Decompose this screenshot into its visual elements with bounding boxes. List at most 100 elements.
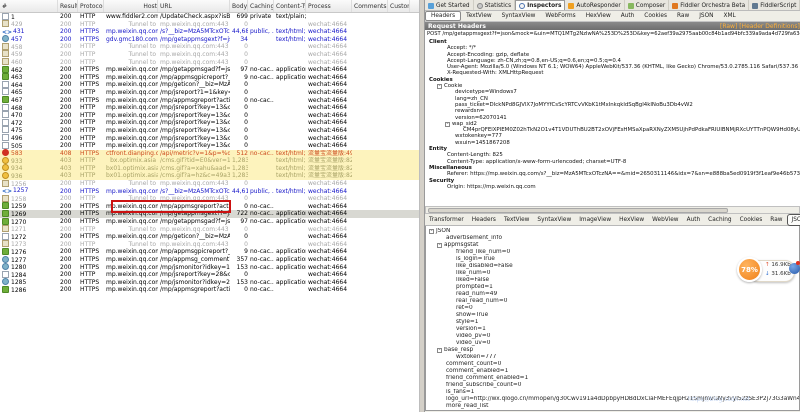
tab-headers[interactable]: Headers xyxy=(468,215,500,225)
result-cell: 200 xyxy=(60,240,72,248)
column-header-result[interactable]: Result xyxy=(58,0,78,12)
session-row[interactable]: 1273 200 HTTP Tunnel to mp.weixin.qq.com:443… xyxy=(0,240,419,249)
result-cell: 200 xyxy=(60,248,72,256)
tab-json[interactable]: JSON xyxy=(694,11,718,21)
protocol-cell: HTTP xyxy=(80,225,96,233)
tab-syntaxview[interactable]: SyntaxView xyxy=(533,215,575,225)
tab-headers[interactable]: Headers xyxy=(425,11,462,21)
session-row[interactable]: 459 200 HTTP Tunnel to mp.weixin.qq.com:443 0… xyxy=(0,50,419,59)
session-row[interactable]: 467 200 HTTPS mp.weixin.qq.com/mp/appmsgrep… xyxy=(0,96,419,105)
session-row[interactable]: <>1257 200 HTTPS mp.weixin.qq.com/s?__biz=M… xyxy=(0,187,419,195)
scrollbar-thumb[interactable] xyxy=(428,208,728,213)
tab-cookies[interactable]: Cookies xyxy=(639,11,672,21)
column-header-comments[interactable]: Comments xyxy=(352,0,388,12)
session-row[interactable]: 1270 200 HTTPS mp.weixin.qq.com/mp/getappms… xyxy=(0,217,419,226)
session-row[interactable]: 458 200 HTTP Tunnel to mp.weixin.qq.com:443 0… xyxy=(0,42,419,51)
tab-syntaxview[interactable]: SyntaxView xyxy=(497,11,541,21)
percent-badge[interactable]: 78% xyxy=(737,257,762,282)
tab-hexview[interactable]: HexView xyxy=(615,215,648,225)
column-header-process[interactable]: Process xyxy=(306,0,352,12)
tab-json[interactable]: JSON xyxy=(786,213,800,226)
tab-raw[interactable]: Raw xyxy=(672,11,694,21)
session-row[interactable]: 463 200 HTTPS mp.weixin.qq.com/mp/appmsgpic… xyxy=(0,73,419,82)
tab-get-started[interactable]: Get Started xyxy=(425,0,474,10)
session-row[interactable]: 1285 200 HTTPS mp.weixin.qq.com/mp/jsmonito… xyxy=(0,278,419,287)
collapse-icon[interactable]: - xyxy=(429,229,434,234)
column-header--[interactable]: # xyxy=(0,0,58,12)
session-row[interactable]: 468 200 HTTP mp.weixin.qq.com/mp/jsreport?k… xyxy=(0,103,419,112)
column-header-content-type[interactable]: Content-Type xyxy=(274,0,306,12)
collapse-icon[interactable]: - xyxy=(437,243,442,248)
tab-auth[interactable]: Auth xyxy=(683,215,705,225)
column-header-custom[interactable]: Custom xyxy=(388,0,410,12)
tab-imageview[interactable]: ImageView xyxy=(575,215,615,225)
host-cell: mp.weixin.qq.com xyxy=(106,66,158,74)
session-row[interactable]: 1 200 HTTP www.fiddler2.com/UpdateCheck.asp… xyxy=(0,12,419,21)
session-row[interactable]: 470 200 HTTP mp.weixin.qq.com/mp/jsreport?k… xyxy=(0,111,419,120)
session-row[interactable]: 429 200 HTTP Tunnel to mp.weixin.qq.com:443 0… xyxy=(0,20,419,29)
tab-xml[interactable]: XML xyxy=(719,11,741,21)
session-row[interactable]: 465 200 HTTP mp.weixin.qq.com/mp/jsreport?1… xyxy=(0,88,419,97)
session-row[interactable]: 583408HTTPSctfront.dianping.com/api/metr… xyxy=(0,149,419,158)
column-header-protocol[interactable]: Protocol xyxy=(78,0,104,12)
column-header-host[interactable]: Host xyxy=(104,0,158,12)
raw-header-definitions-links[interactable]: [Raw] [Header Definitions] xyxy=(720,23,800,30)
tab-transformer[interactable]: Transformer xyxy=(425,215,468,225)
session-row[interactable]: 475 200 HTTP mp.weixin.qq.com/mp/jsreport?k… xyxy=(0,126,419,135)
session-row[interactable]: 460 200 HTTP Tunnel to mp.weixin.qq.com:443 0… xyxy=(0,58,419,67)
column-header-caching[interactable]: Caching xyxy=(248,0,274,12)
tab-hexview[interactable]: HexView xyxy=(581,11,616,21)
session-list-column-headers[interactable]: # Result Protocol Host URL Body Caching Content… xyxy=(0,0,419,13)
column-header-url[interactable]: URL xyxy=(158,0,230,12)
session-row[interactable]: 1280 200 HTTPS mp.weixin.qq.com/mp/jsmonito… xyxy=(0,263,419,272)
collapse-icon[interactable]: - xyxy=(437,348,442,353)
collapse-icon[interactable]: - xyxy=(437,84,442,90)
session-row[interactable]: 1277 200 HTTPS mp.weixin.qq.com/mp/appmsg_c… xyxy=(0,255,419,264)
orchestra-icon xyxy=(672,2,679,9)
session-row[interactable]: 1271 200 HTTP Tunnel to mp.weixin.qq.com:443… xyxy=(0,225,419,234)
session-row[interactable]: 1284 200 HTTP mp.weixin.qq.com/mp/jsreport?… xyxy=(0,270,419,279)
tab-fiddler-orchestra-beta[interactable]: Fiddler Orchestra Beta xyxy=(669,0,750,10)
page-icon xyxy=(2,111,9,119)
session-row[interactable]: 1276 200 HTTPS mp.weixin.qq.com/mp/appmsgpi… xyxy=(0,247,419,256)
session-row[interactable]: 1286 200 HTTPS mp.weixin.qq.com/mp/appmsgre… xyxy=(0,285,419,294)
column-header-body[interactable]: Body xyxy=(230,0,248,12)
tab-webview[interactable]: WebView xyxy=(648,215,682,225)
tab-fiddlerscript[interactable]: FiddlerScript xyxy=(749,0,800,10)
session-row[interactable]: 933 403 HTTP bx.optimix.asia/cms.gif?tid=E0… xyxy=(0,156,419,165)
session-row[interactable]: 496 200 HTTP mp.weixin.qq.com/mp/jsreport?k… xyxy=(0,134,419,143)
tab-raw[interactable]: Raw xyxy=(766,215,786,225)
upload-icon xyxy=(2,96,9,104)
tab-auth[interactable]: Auth xyxy=(616,11,640,21)
tab-webforms[interactable]: WebForms xyxy=(540,11,580,21)
page-icon xyxy=(2,88,9,96)
session-row[interactable]: 505 200 HTTP mp.weixin.qq.com/mp/jsreport?k… xyxy=(0,141,419,150)
session-row[interactable]: 1256 200 HTTP Tunnel to mp.weixin.qq.com:443… xyxy=(0,179,419,188)
caching-cell: no-cac... xyxy=(250,218,274,226)
session-row[interactable]: 1272 200 HTTPS mp.weixin.qq.com/mp/geticon?… xyxy=(0,232,419,241)
host-cell: mp.weixin.qq.com xyxy=(106,248,158,256)
tab-caching[interactable]: Caching xyxy=(704,215,735,225)
session-row[interactable]: 934 403 HTTP bx01.optimix.asia/cms.gif?a=xa… xyxy=(0,164,419,173)
session-row[interactable]: 462 200 HTTPS mp.weixin.qq.com/mp/getappmsg… xyxy=(0,65,419,74)
tab-statistics[interactable]: Statistics xyxy=(474,0,516,10)
session-row[interactable]: <>431 200 HTTPS mp.weixin.qq.com/s?__biz=Mz… xyxy=(0,28,419,36)
tab-textview[interactable]: TextView xyxy=(500,215,533,225)
result-cell: 200 xyxy=(60,142,72,150)
tab-autoresponder[interactable]: AutoResponder xyxy=(565,0,625,10)
host-cell: mp.weixin.qq.com xyxy=(106,81,158,89)
protocol-cell: HTTP xyxy=(80,157,96,165)
url-cell: /mp/jsreport?key=13&con... xyxy=(160,119,230,127)
tab-textview[interactable]: TextView xyxy=(461,11,496,21)
session-row[interactable]: 472 200 HTTP mp.weixin.qq.com/mp/jsreport?k… xyxy=(0,118,419,127)
tab-composer[interactable]: Composer xyxy=(625,0,670,10)
tab-inspectors[interactable]: Inspectors xyxy=(515,0,566,10)
session-row[interactable]: 464 200 HTTPS mp.weixin.qq.com/mp/geticon?_… xyxy=(0,80,419,89)
speed-monitor-overlay[interactable]: 78% ↑ 16.9Kb ↓ 31.6Kb xyxy=(737,257,800,287)
session-row[interactable]: 936 403 HTTP bx01.optimix.asia/cms.gif?a=hz… xyxy=(0,171,419,181)
horizontal-scrollbar[interactable] xyxy=(425,206,800,214)
url-cell: /mp/getappmsgad?f=json... xyxy=(160,66,230,74)
collapse-icon[interactable]: - xyxy=(445,121,450,127)
tab-cookies[interactable]: Cookies xyxy=(736,215,767,225)
session-row[interactable]: 457 200 HTTPS gdv.gmc180.com/mp/getappmsgex… xyxy=(0,35,419,44)
